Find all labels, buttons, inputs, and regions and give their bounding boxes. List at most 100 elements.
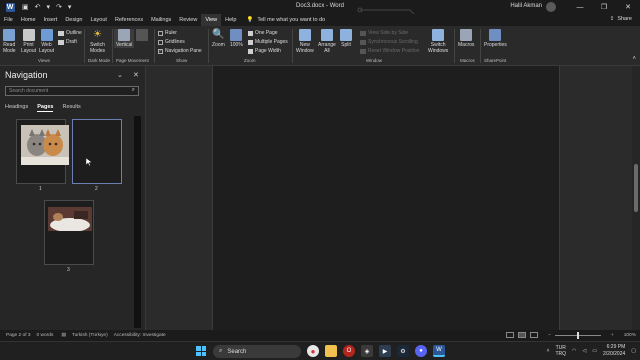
tab-file[interactable]: File <box>0 14 17 26</box>
switch-modes-button[interactable]: ☀ Switch Modes <box>90 29 105 54</box>
chrome-icon[interactable]: ● <box>307 345 319 357</box>
media-app-icon[interactable]: ▶ <box>379 345 391 357</box>
zoom-slider[interactable] <box>554 331 601 339</box>
discord-icon[interactable]: ● <box>415 345 427 357</box>
zoom-out-icon[interactable]: − <box>548 333 551 338</box>
dropdown-chevron-icon[interactable]: ▾ <box>47 3 51 11</box>
wifi-icon[interactable]: ◠ <box>572 348 576 354</box>
tray-overflow-icon[interactable]: ˄ <box>547 348 550 354</box>
view-side-by-side-label: View Side by Side <box>368 30 409 36</box>
tell-me-search[interactable]: 💡 Tell me what you want to do <box>246 17 325 23</box>
tab-review[interactable]: Review <box>175 14 201 26</box>
print-layout-view-icon[interactable] <box>518 332 527 338</box>
synchronous-scrolling-button[interactable]: Synchronous Scrolling <box>360 39 418 45</box>
battery-icon[interactable]: ▭ <box>592 348 597 354</box>
new-window-button[interactable]: New Window <box>296 29 314 54</box>
switch-windows-button[interactable]: Switch Windows <box>428 29 448 54</box>
page-width-button[interactable]: Page Width <box>248 48 281 54</box>
navigation-scrollbar[interactable] <box>134 116 141 328</box>
user-avatar[interactable] <box>546 2 556 12</box>
language-status[interactable]: Turkish (Türkiye) <box>72 333 108 338</box>
user-name[interactable]: Halil Akman <box>510 3 542 9</box>
multiple-pages-label: Multiple Pages <box>255 39 288 45</box>
volume-icon[interactable]: ◁ <box>582 348 586 354</box>
date: 2/20/2024 <box>603 351 626 357</box>
zoom-button[interactable]: 🔍 Zoom <box>212 29 225 48</box>
proofing-icon[interactable]: ▤ <box>61 333 66 338</box>
tab-headings[interactable]: Headings <box>5 104 28 112</box>
scrollbar-thumb[interactable] <box>634 164 638 212</box>
vertical-button[interactable]: Vertical <box>114 29 135 48</box>
minimize-button[interactable]: — <box>568 0 592 14</box>
gridlines-checkbox[interactable]: Gridlines <box>158 39 185 45</box>
save-icon[interactable]: ▣ <box>22 3 29 11</box>
ribbon-view: Read Mode Print Layout Web Layout Outlin… <box>0 26 640 66</box>
one-page-button[interactable]: One Page <box>248 30 278 36</box>
properties-button[interactable]: Properties <box>484 29 507 48</box>
tab-view[interactable]: View <box>201 14 222 26</box>
navigation-pane-checkbox[interactable]: ✓ Navigation Pane <box>158 48 202 54</box>
draft-button[interactable]: Draft <box>58 39 77 45</box>
page-thumbnail-1[interactable] <box>16 119 69 184</box>
ruler-checkbox[interactable]: Ruler <box>158 30 177 36</box>
web-layout-button[interactable]: Web Layout <box>39 29 54 54</box>
search-icon[interactable]: ⌕ <box>132 87 135 94</box>
pane-options-chevron-icon[interactable]: ⌄ <box>117 71 123 79</box>
time: 6:29 PM <box>606 344 626 350</box>
page-thumbnail-2[interactable] <box>72 119 122 184</box>
tab-insert[interactable]: Insert <box>40 14 62 26</box>
close-pane-icon[interactable]: ✕ <box>133 71 139 79</box>
opera-icon[interactable]: O <box>343 345 355 357</box>
share-button[interactable]: ⇪ Share <box>610 16 632 22</box>
redo-icon[interactable]: ↷ <box>56 3 62 11</box>
tab-home[interactable]: Home <box>17 14 40 26</box>
undo-icon[interactable]: ↶ <box>35 3 41 11</box>
word-taskbar-icon[interactable]: W <box>433 345 445 357</box>
split-button[interactable]: Split <box>340 29 352 48</box>
macros-button[interactable]: Macros <box>458 29 474 48</box>
taskbar-search[interactable]: ⌕ Search <box>213 345 301 358</box>
tab-references[interactable]: References <box>111 14 147 26</box>
zoom-100-button[interactable]: 100% <box>230 29 243 48</box>
tab-design[interactable]: Design <box>61 14 86 26</box>
page-thumbnail-3[interactable] <box>44 200 94 265</box>
steam-icon[interactable]: ⚙ <box>397 345 409 357</box>
clock[interactable]: 6:29 PM 2/20/2024 <box>603 344 625 358</box>
arrange-all-button[interactable]: Arrange All <box>318 29 336 54</box>
file-explorer-icon[interactable] <box>325 345 337 357</box>
tab-mailings[interactable]: Mailings <box>147 14 175 26</box>
collapse-ribbon-icon[interactable]: ˄ <box>632 56 636 62</box>
view-side-by-side-button[interactable]: View Side by Side <box>360 30 408 36</box>
word-count[interactable]: 0 words <box>37 333 54 338</box>
app-icon[interactable]: ◈ <box>361 345 373 357</box>
restore-button[interactable]: ❐ <box>592 0 616 14</box>
tab-layout[interactable]: Layout <box>86 14 111 26</box>
customize-toolbar-icon[interactable]: ▾ <box>68 3 72 11</box>
print-layout-button[interactable]: Print Layout <box>21 29 36 54</box>
multiple-pages-button[interactable]: Multiple Pages <box>248 39 288 45</box>
search-icon: ⌕ <box>219 348 223 354</box>
dark-mode-group-label: Dark Mode <box>88 58 111 63</box>
windows-start-icon[interactable] <box>196 346 206 356</box>
web-layout-view-icon[interactable] <box>530 332 539 338</box>
zoom-in-icon[interactable]: + <box>611 333 614 338</box>
notifications-icon[interactable]: ▢ <box>631 348 636 354</box>
outline-button[interactable]: Outline <box>58 30 82 36</box>
accessibility-status[interactable]: Accessibility: Investigate <box>114 333 166 338</box>
tab-pages[interactable]: Pages <box>37 104 54 112</box>
page-count[interactable]: Page 2 of 3 <box>6 333 31 338</box>
document-page[interactable] <box>212 66 560 330</box>
side-to-side-button[interactable] <box>136 29 148 42</box>
tab-results[interactable]: Results <box>62 104 80 112</box>
close-button[interactable]: ✕ <box>616 0 640 14</box>
vertical-scrollbar[interactable] <box>632 66 640 330</box>
tab-help[interactable]: Help <box>221 14 240 26</box>
input-language[interactable]: TUR TRQ <box>555 345 566 357</box>
reset-window-position-button[interactable]: Reset Window Position <box>360 48 419 54</box>
search-document-input[interactable]: Search document <box>5 86 139 96</box>
read-mode-view-icon[interactable] <box>506 332 515 338</box>
zoom-level[interactable]: 100% <box>624 333 636 338</box>
zoom-100-label: 100% <box>230 42 243 48</box>
read-mode-button[interactable]: Read Mode <box>3 29 16 54</box>
zoom-slider-knob[interactable] <box>576 331 579 339</box>
